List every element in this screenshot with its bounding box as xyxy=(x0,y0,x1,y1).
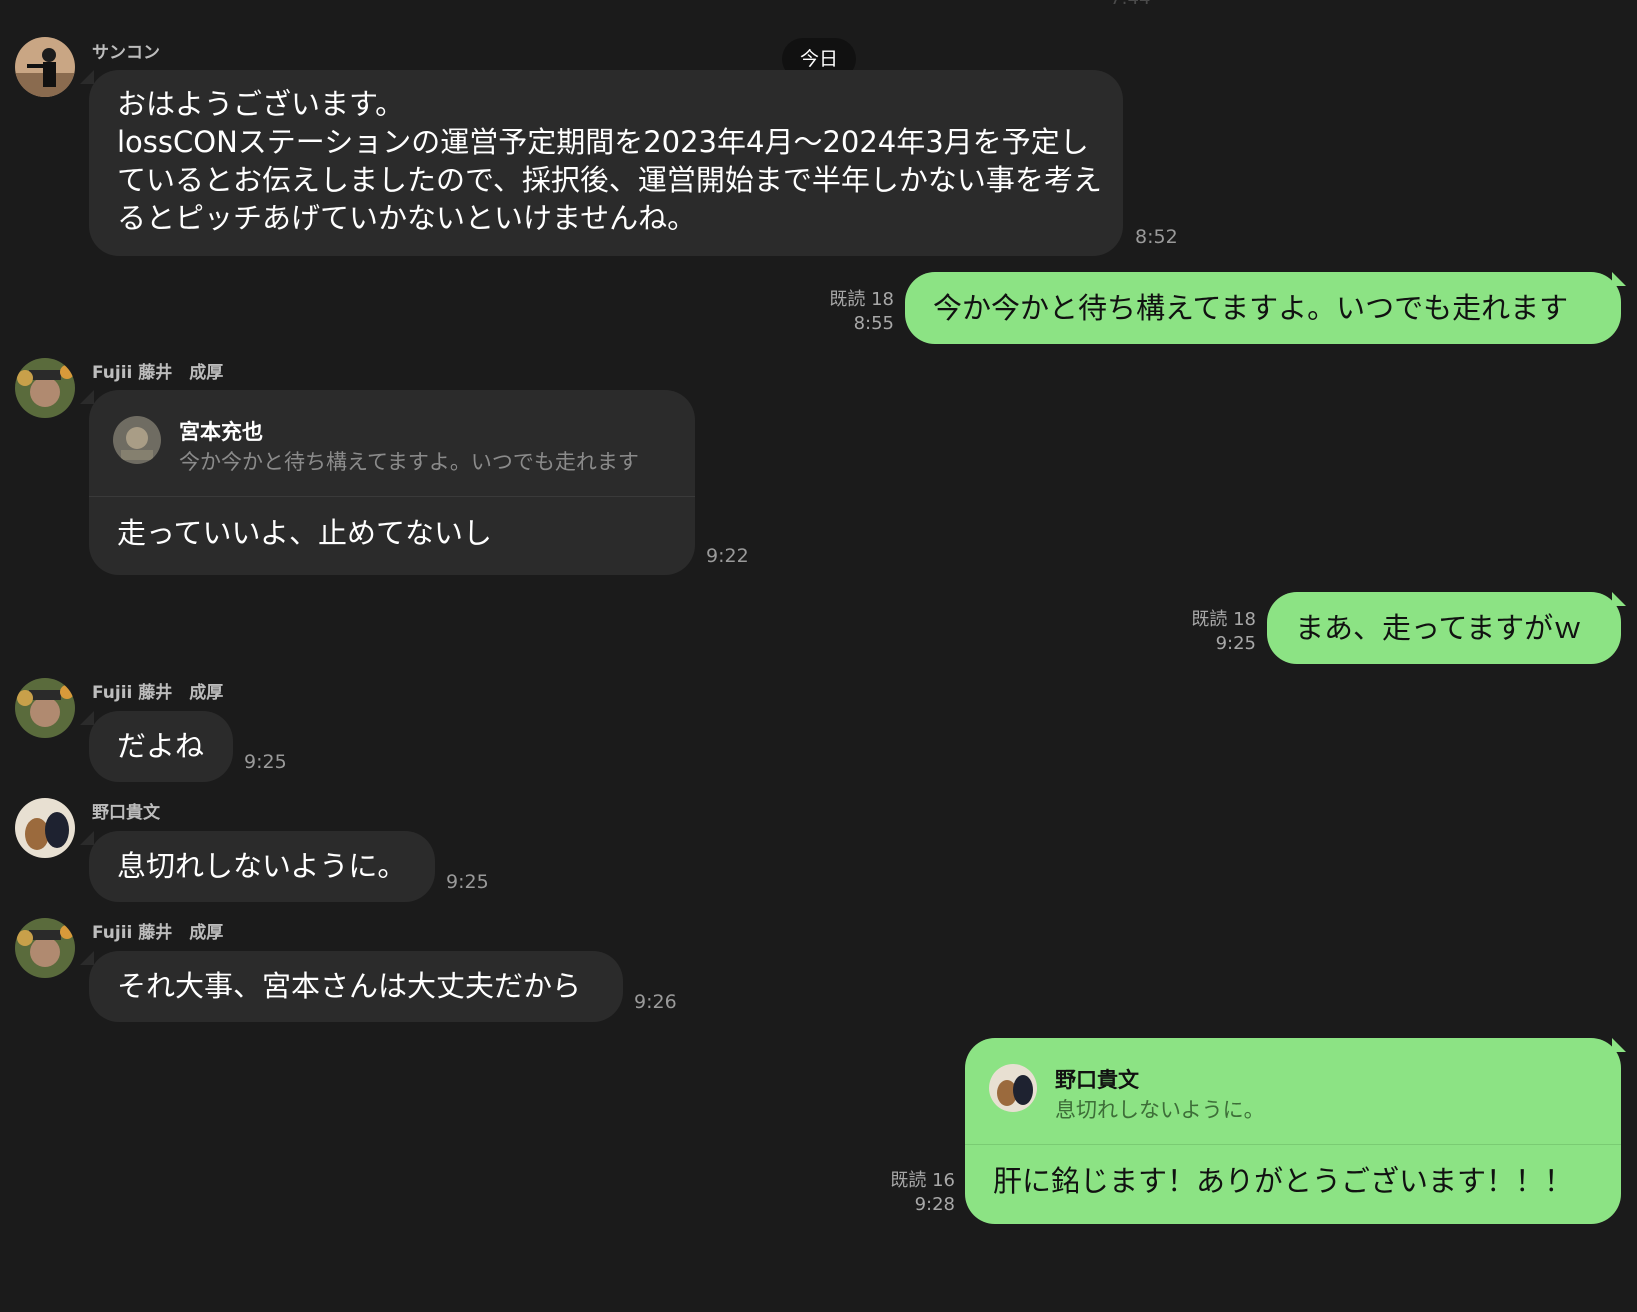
bubble-tail xyxy=(80,711,94,725)
message-bubble[interactable]: まあ、走ってますがｗ xyxy=(1267,592,1621,664)
message-bubble[interactable]: 今か今かと待ち構えてますよ。いつでも走れます xyxy=(905,272,1621,344)
bubble-tail xyxy=(1612,1038,1626,1052)
reply-bubble[interactable]: 野口貴文 息切れしないように。 肝に銘じます！ありがとうございます！！！ xyxy=(965,1038,1621,1224)
message-text: それ大事、宮本さんは大丈夫だから xyxy=(117,969,582,1003)
quoted-avatar xyxy=(113,416,161,464)
sender-avatar[interactable] xyxy=(15,358,75,418)
sender-name: 野口貴文 xyxy=(92,803,160,823)
sender-name: Fujii 藤井 成厚 xyxy=(92,363,224,383)
message-bubble[interactable]: それ大事、宮本さんは大丈夫だから xyxy=(89,951,623,1022)
read-receipt: 既読 16 9:28 xyxy=(861,1169,955,1217)
message-text: まあ、走ってますがｗ xyxy=(1295,611,1583,645)
message-text: 走っていいよ、止めてないし xyxy=(117,516,492,550)
bubble-tail xyxy=(80,390,94,404)
message-time: 9:26 xyxy=(634,991,677,1013)
message-bubble[interactable]: おはようございます。 lossCONステーションの運営予定期間を2023年4月〜… xyxy=(89,70,1123,256)
message-time: 8:52 xyxy=(1135,226,1178,248)
sender-avatar[interactable] xyxy=(15,678,75,738)
read-count: 既読 16 xyxy=(890,1170,955,1191)
quoted-avatar xyxy=(989,1064,1037,1112)
message-time: 9:25 xyxy=(244,751,287,773)
sender-avatar[interactable] xyxy=(15,918,75,978)
read-receipt: 既読 18 8:55 xyxy=(800,288,894,336)
message-time: 9:28 xyxy=(914,1194,955,1215)
bubble-tail xyxy=(1612,272,1626,286)
sender-avatar[interactable] xyxy=(15,37,75,97)
quoted-text: 息切れしないように。 xyxy=(1055,1098,1265,1122)
message-text: おはようございます。 lossCONステーションの運営予定期間を2023年4月〜… xyxy=(117,87,1102,235)
message-time: 8:55 xyxy=(853,313,894,334)
quote-divider xyxy=(965,1144,1621,1145)
sender-avatar[interactable] xyxy=(15,798,75,858)
sender-name: Fujii 藤井 成厚 xyxy=(92,683,224,703)
reply-bubble[interactable]: 宮本充也 今か今かと待ち構えてますよ。いつでも走れます 走っていいよ、止めてない… xyxy=(89,390,695,575)
message-text: 肝に銘じます！ありがとうございます！！！ xyxy=(993,1164,1574,1198)
sender-name: サンコン xyxy=(92,43,160,63)
bubble-tail xyxy=(80,951,94,965)
message-text: だよね xyxy=(117,729,205,763)
bubble-tail xyxy=(80,831,94,845)
bubble-tail xyxy=(1612,592,1626,606)
message-text: 息切れしないように。 xyxy=(117,849,407,883)
message-bubble[interactable]: だよね xyxy=(89,711,233,782)
message-bubble[interactable]: 息切れしないように。 xyxy=(89,831,435,902)
quoted-text: 今か今かと待ち構えてますよ。いつでも走れます xyxy=(179,450,639,474)
message-time: 9:22 xyxy=(706,545,749,567)
quote-divider xyxy=(89,496,695,497)
read-count: 既読 18 xyxy=(1191,609,1256,630)
quoted-sender-name: 野口貴文 xyxy=(1055,1068,1139,1092)
message-time: 9:25 xyxy=(1215,633,1256,654)
sender-name: Fujii 藤井 成厚 xyxy=(92,923,224,943)
read-count: 既読 18 xyxy=(829,289,894,310)
read-receipt: 既読 18 9:25 xyxy=(1162,608,1256,656)
message-text: 今か今かと待ち構えてますよ。いつでも走れます xyxy=(933,291,1569,325)
top-partial-time: 7:44 xyxy=(1110,0,1150,9)
quoted-sender-name: 宮本充也 xyxy=(179,420,263,444)
bubble-tail xyxy=(80,70,94,84)
message-time: 9:25 xyxy=(446,871,489,893)
